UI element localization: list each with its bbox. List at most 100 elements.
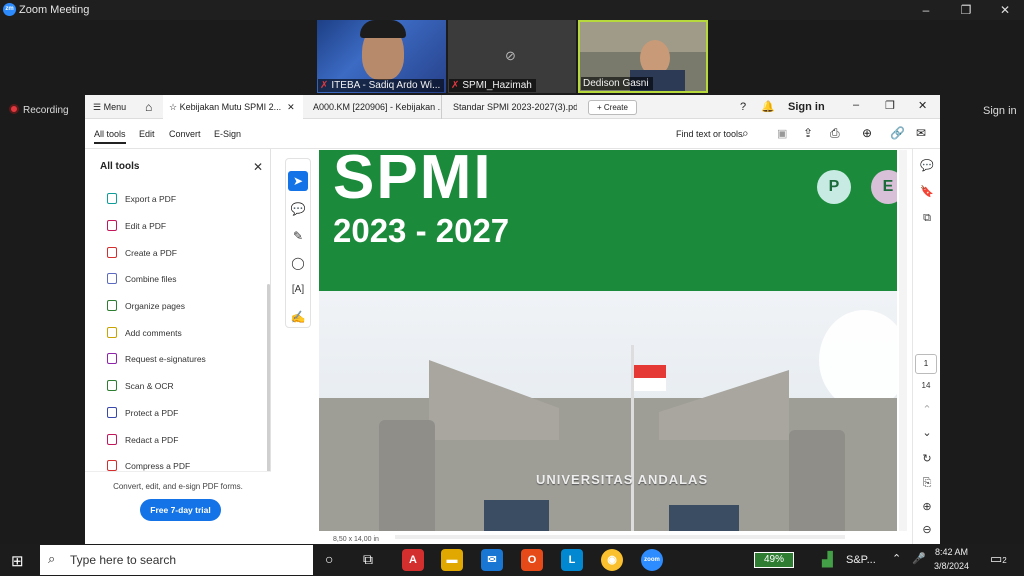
taskbar-search-input[interactable]: ⌕ Type here to search [40,545,313,575]
close-button[interactable]: ✕ [918,99,927,112]
microphone-icon[interactable]: 🎤 [912,552,926,565]
lasso-icon[interactable]: ◯ [288,253,308,273]
minimize-button[interactable]: – [853,99,859,111]
acrobat-app-icon[interactable]: A [402,549,424,571]
sign-icon[interactable]: ✍ [288,307,308,327]
plus-icon: + [597,103,604,112]
tab-kebijakan-mutu[interactable]: ☆ Kebijakan Mutu SPMI 2... ✕ [163,95,303,119]
esign-tab[interactable]: E-Sign [214,129,241,139]
star-icon: ☆ [169,102,180,112]
participant-tile-active[interactable]: Dedison Gasni [578,20,708,93]
building-sign: UNIVERSITAS ANDALAS [536,472,709,487]
tool-scan-ocr[interactable]: Scan & OCR [107,380,174,400]
tool-redact-pdf[interactable]: Redact a PDF [107,434,178,454]
chrome-icon[interactable]: ◉ [601,549,623,571]
create-button[interactable]: + Create [588,100,637,115]
chevron-up-icon[interactable]: ⌃ [918,401,936,419]
tool-organize-pages[interactable]: Organize pages [107,300,185,320]
tab-a000-km[interactable]: A000.KM [220906] - Kebijakan ... [307,95,442,119]
page-size-label: 8,50 x 14,00 in [333,536,379,543]
chevron-down-icon[interactable]: ⌄ [918,424,936,442]
free-trial-button[interactable]: Free 7-day trial [140,499,221,521]
building-window [484,500,549,531]
mail-icon[interactable]: ✉ [916,126,926,140]
windows-start-icon[interactable]: ⊞ [11,552,24,570]
upload-icon[interactable]: ⇪ [803,126,813,140]
tool-combine-files[interactable]: Combine files [107,273,177,293]
notification-icon[interactable]: ▭2 [990,551,1007,567]
bookmark-icon[interactable]: 🔖 [918,183,936,201]
save-icon[interactable]: ▣ [777,127,787,140]
cortana-icon[interactable]: ○ [325,551,333,567]
tool-create-pdf[interactable]: Create a PDF [107,247,177,267]
tool-export-pdf[interactable]: Export a PDF [107,193,176,213]
flag-red [634,365,666,378]
tab-close-icon[interactable]: ✕ [287,102,295,112]
compress-icon [107,460,117,471]
sign-in-button[interactable]: Sign in [788,101,825,113]
menu-button[interactable]: ☰ Menu [87,95,132,119]
restore-button[interactable]: ❐ [958,2,974,18]
document-page[interactable]: SPMI 2023 - 2027 P E UNIVERSITAS ANDALAS [319,150,897,531]
bell-icon[interactable]: 🔔 [761,100,775,113]
comment-icon [107,327,117,338]
participant-hair [360,20,406,38]
tool-add-comments[interactable]: Add comments [107,327,182,347]
comments-icon[interactable]: 💬 [918,157,936,175]
find-text-button[interactable]: Find text or tools [676,129,743,139]
tool-edit-pdf[interactable]: Edit a PDF [107,220,166,240]
pages-icon[interactable]: ⧉ [918,209,936,227]
chevron-up-icon[interactable]: ⌃ [892,552,901,565]
l-app-icon[interactable]: L [561,549,583,571]
home-icon[interactable]: ⌂ [139,95,158,119]
outer-sign-in-link[interactable]: Sign in [983,105,1017,117]
select-cursor-icon[interactable]: ➤ [288,171,308,191]
recording-indicator[interactable]: Recording [9,104,69,116]
page-number-input[interactable]: 1 [915,354,937,374]
search-icon[interactable]: ⌕ [742,126,749,141]
export-icon [107,193,117,204]
hamburger-icon: ☰ [93,102,104,112]
task-view-icon[interactable]: ⧉ [363,551,373,568]
participant-tile[interactable]: ⊘ ✗ SPMI_Hazimah [448,20,576,93]
convert-tab[interactable]: Convert [169,129,201,139]
battery-indicator[interactable]: 49% [754,552,794,568]
rotate-icon[interactable]: ↻ [918,450,936,468]
print-icon[interactable]: ⎙ [830,126,840,141]
link-icon[interactable]: 🔗 [890,126,905,140]
file-explorer-icon[interactable]: ▬ [441,549,463,571]
notification-count: 2 [1002,556,1007,565]
create-icon [107,247,117,258]
search-share-icon[interactable]: ⊕ [862,126,872,140]
all-tools-tab[interactable]: All tools [94,129,126,144]
pen-icon[interactable]: ✎ [288,226,308,246]
page-fit-icon[interactable]: ⎘ [918,474,936,492]
acrobat-toolbar: All tools Edit Convert E-Sign Find text … [85,119,940,149]
minimize-button[interactable]: – [918,2,934,18]
participant-tile[interactable]: ✗ ITEBA - Sadiq Ardo Wi... [317,20,446,93]
close-button[interactable]: ✕ [997,2,1013,18]
stocks-widget[interactable]: S&P... [846,554,876,566]
horizontal-scrollbar[interactable] [395,535,845,539]
clock[interactable]: 8:42 AM 3/8/2024 [934,547,969,571]
quick-tools-bar: ➤ 💬 ✎ ◯ [A] ✍ [285,158,311,328]
zoom-app-icon[interactable]: zoom [641,549,663,571]
zoom-out-icon[interactable]: ⊖ [918,521,936,539]
edit-tab[interactable]: Edit [139,129,155,139]
tab-standar-spmi[interactable]: Standar SPMI 2023-2027(3).pdf [447,95,577,119]
office-app-icon[interactable]: O [521,549,543,571]
tool-protect-pdf[interactable]: Protect a PDF [107,407,178,427]
restore-button[interactable]: ❐ [885,99,895,112]
mail-app-icon[interactable]: ✉ [481,549,503,571]
combine-icon [107,273,117,284]
right-rail: 💬 🔖 ⧉ 1 14 ⌃ ⌄ ↻ ⎘ ⊕ ⊖ [912,149,940,545]
record-icon [9,104,19,114]
panel-scrollbar[interactable] [267,284,270,484]
panel-close-icon[interactable]: ✕ [253,160,263,174]
document-scrollbar[interactable] [899,150,907,531]
tool-request-esignatures[interactable]: Request e-signatures [107,353,206,373]
text-select-icon[interactable]: [A] [288,280,308,300]
help-icon[interactable]: ? [740,101,746,113]
comment-icon[interactable]: 💬 [288,199,308,219]
zoom-in-icon[interactable]: ⊕ [918,498,936,516]
